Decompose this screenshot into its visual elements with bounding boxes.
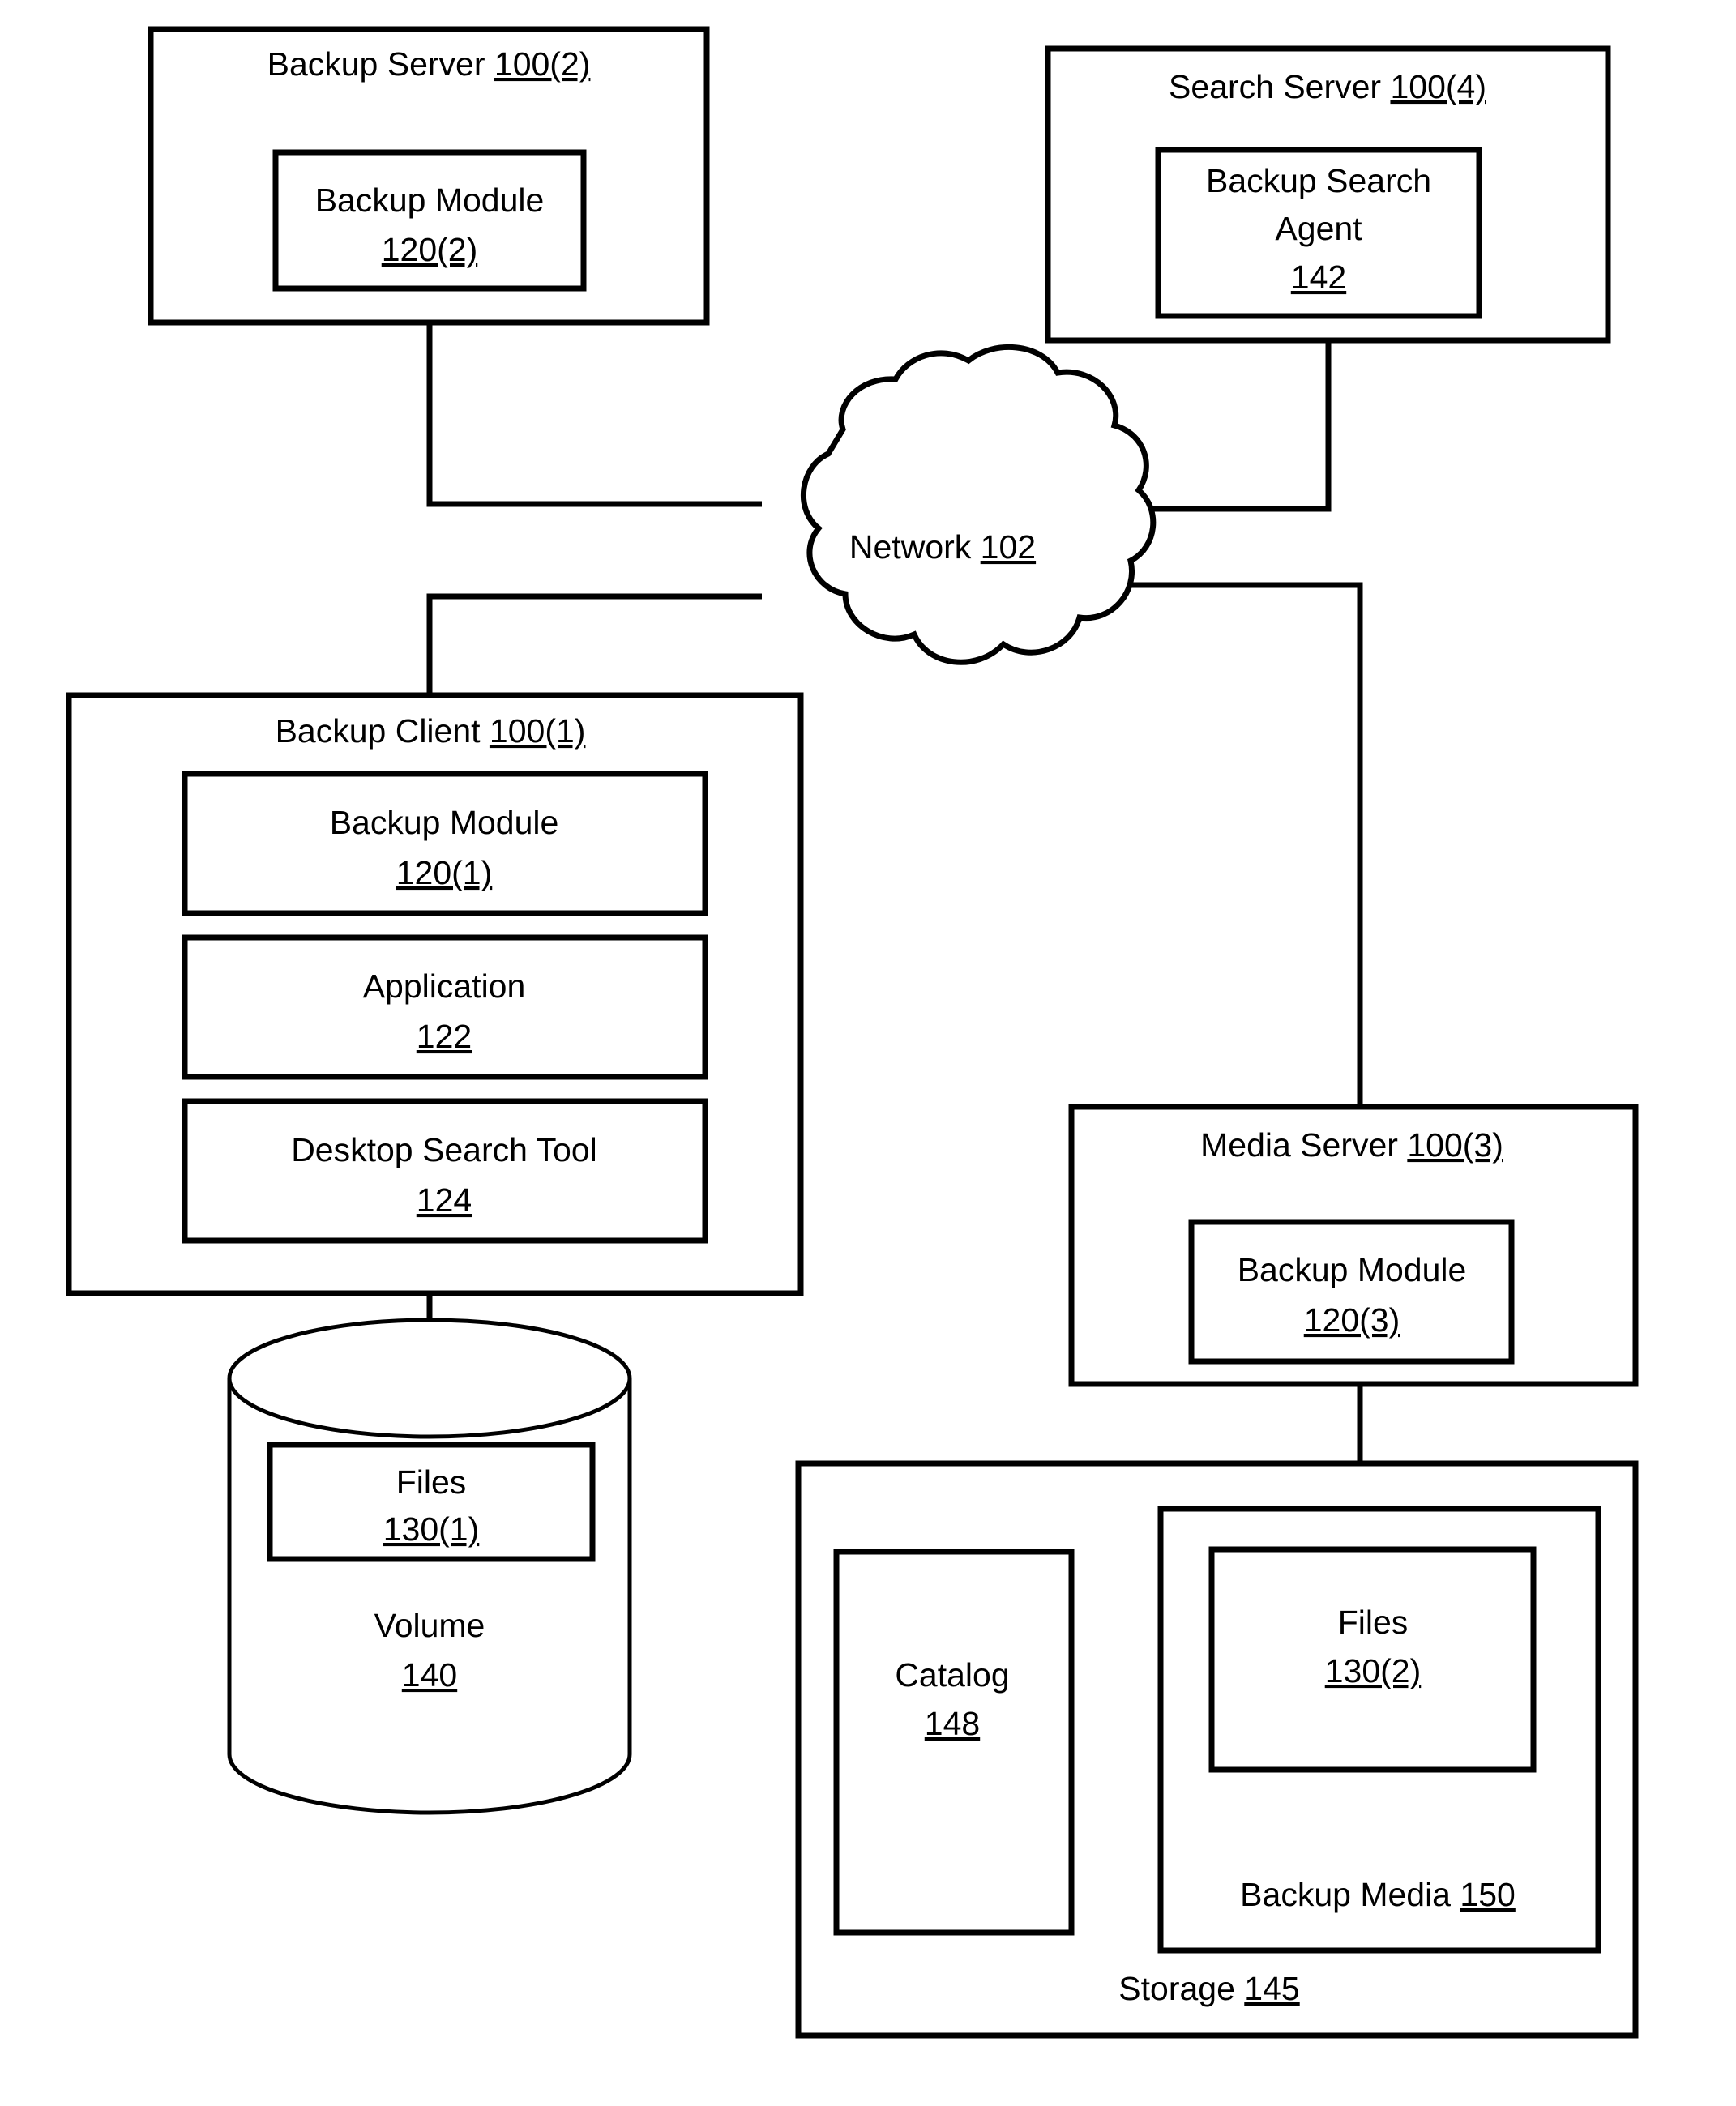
backup-server-module-label: Backup Module xyxy=(315,182,545,219)
connector-backup-server-to-network xyxy=(426,323,762,507)
storage-catalog-ref: 148 xyxy=(925,1705,980,1742)
storage-backup-media-title: Backup Media 150 xyxy=(1240,1876,1516,1913)
network-cloud-shape xyxy=(800,344,1157,665)
connector-network-to-backup-client xyxy=(426,593,762,698)
backup-client-search-tool-ref: 124 xyxy=(417,1181,472,1219)
node-backup-server[interactable]: Backup Server 100(2) Backup Module 120(2… xyxy=(148,26,710,326)
backup-client-search-tool-label: Desktop Search Tool xyxy=(291,1131,597,1168)
node-backup-client[interactable]: Backup Client 100(1) Backup Module 120(1… xyxy=(66,692,804,1296)
search-server-agent-ref: 142 xyxy=(1291,258,1346,296)
node-volume-cylinder[interactable]: Files 130(1) Volume 140 xyxy=(227,1318,632,1815)
backup-server-module-ref: 120(2) xyxy=(382,231,478,268)
search-server-agent-label-2: Agent xyxy=(1275,210,1362,247)
search-server-agent-label-1: Backup Search xyxy=(1206,162,1431,199)
backup-client-application-box xyxy=(182,934,708,1080)
storage-catalog-box[interactable] xyxy=(833,1549,1075,1936)
storage-files-label: Files xyxy=(1338,1604,1409,1641)
volume-ref: 140 xyxy=(402,1656,457,1694)
node-media-server[interactable]: Media Server 100(3) Backup Module 120(3) xyxy=(1068,1104,1639,1387)
figure-canvas: Backup Server 100(2) Backup Module 120(2… xyxy=(0,0,1736,2106)
backup-server-title: Backup Server 100(2) xyxy=(267,45,591,83)
backup-client-search-tool-box xyxy=(182,1098,708,1244)
node-storage[interactable]: Catalog 148 Backup Media 150 Files 130(2… xyxy=(795,1460,1639,2039)
media-server-title: Media Server 100(3) xyxy=(1200,1126,1503,1164)
connector-search-server-to-network xyxy=(1118,340,1332,512)
node-network-cloud[interactable]: Network 102 xyxy=(800,344,1157,665)
storage-title: Storage 145 xyxy=(1118,1970,1299,2007)
network-label: Network 102 xyxy=(849,528,1036,566)
backup-client-application-label: Application xyxy=(363,968,526,1005)
search-server-title: Search Server 100(4) xyxy=(1169,68,1486,105)
storage-catalog-label: Catalog xyxy=(895,1656,1009,1694)
backup-client-module-label: Backup Module xyxy=(330,804,559,841)
backup-client-module-box xyxy=(182,771,708,916)
volume-cylinder-top xyxy=(227,1318,632,1439)
connector-network-to-media-server xyxy=(1118,582,1363,1109)
volume-label: Volume xyxy=(374,1607,485,1644)
storage-files-ref: 130(2) xyxy=(1325,1652,1422,1689)
media-server-module-label: Backup Module xyxy=(1238,1251,1467,1288)
backup-client-module-ref: 120(1) xyxy=(396,854,493,891)
backup-client-title: Backup Client 100(1) xyxy=(276,712,586,750)
diagram-svg: Backup Server 100(2) Backup Module 120(2… xyxy=(66,26,1639,2039)
volume-files-label: Files xyxy=(396,1463,467,1501)
volume-files-ref: 130(1) xyxy=(383,1510,480,1548)
media-server-module-box xyxy=(1188,1219,1515,1365)
backup-client-application-ref: 122 xyxy=(417,1018,472,1055)
media-server-module-ref: 120(3) xyxy=(1304,1301,1400,1339)
node-search-server[interactable]: Search Server 100(4) Backup Search Agent… xyxy=(1045,45,1611,344)
